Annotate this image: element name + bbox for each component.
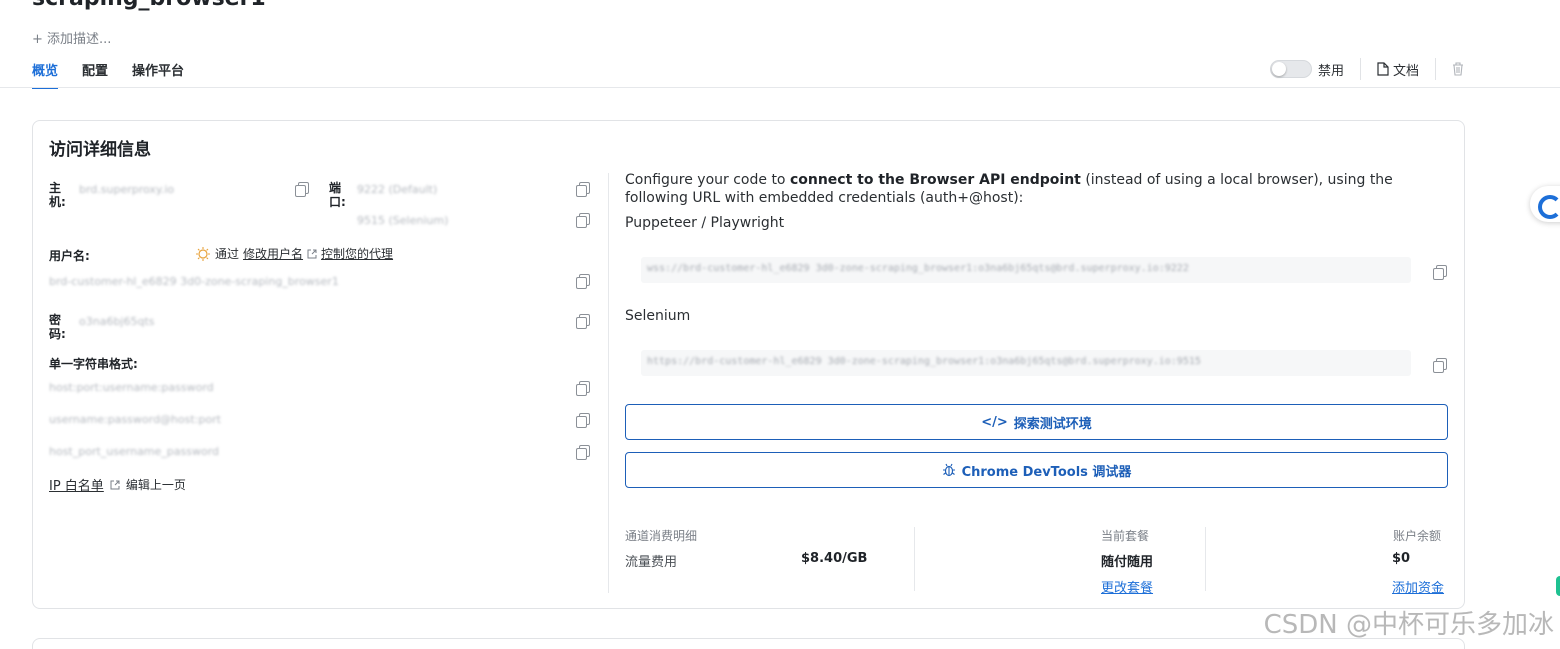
control-proxy-link[interactable]: 控制您的代理 — [321, 245, 393, 262]
trash-icon[interactable] — [1452, 62, 1464, 76]
copy-puppeteer-url-icon[interactable] — [1433, 265, 1447, 280]
copy-selenium-url-icon[interactable] — [1433, 358, 1447, 373]
format-item: username:password@host:port — [49, 413, 221, 426]
password-value: o3na6bj65qts — [79, 315, 155, 328]
copy-port-default-icon[interactable] — [576, 182, 590, 197]
current-plan-label: 当前套餐 — [1101, 529, 1150, 543]
string-format-label: 单一字符串格式: — [49, 357, 138, 371]
external-link-icon — [307, 249, 317, 258]
access-details-title: 访问详细信息 — [49, 140, 151, 160]
copy-port-selenium-icon[interactable] — [576, 213, 590, 228]
watermark: CSDN @中杯可乐多加冰 — [1263, 610, 1554, 640]
docs-label: 文档 — [1392, 63, 1419, 79]
endpoint-panel: Configure your code to connect to the Br… — [625, 171, 1449, 596]
traffic-fee-value: $8.40/GB — [801, 551, 868, 566]
password-label: 密码: — [49, 313, 66, 341]
username-value: brd-customer-hl_e6829 3d0-zone-scraping_… — [49, 275, 339, 288]
copy-format-icon[interactable] — [576, 413, 590, 428]
tab-playground[interactable]: 操作平台 — [132, 60, 184, 89]
side-widget-tab[interactable] — [1556, 576, 1560, 596]
explore-button-label: 探索测试环境 — [1013, 416, 1092, 432]
edit-username-link[interactable]: 修改用户名 — [243, 245, 303, 262]
stat-separator — [914, 527, 915, 591]
copy-format-icon[interactable] — [576, 445, 590, 460]
external-link-icon — [110, 480, 120, 489]
desc-bold: connect to the Browser API endpoint — [789, 172, 1081, 188]
copy-format-icon[interactable] — [576, 381, 590, 396]
selenium-url-box: https://brd-customer-hl_e6829 3d0-zone-s… — [641, 350, 1411, 376]
tab-overview[interactable]: 概览 — [32, 60, 59, 89]
host-value: brd.superproxy.io — [79, 183, 175, 196]
format-item: host_port_username_password — [49, 445, 220, 458]
billing-summary: 通道消费明细 流量费用 $8.40/GB 当前套餐 随付随用 更改套餐 账户余额… — [625, 527, 1449, 597]
copy-password-icon[interactable] — [576, 314, 590, 329]
support-chat-button[interactable] — [1530, 186, 1560, 222]
ip-whitelist-row: IP 白名单 编辑上一页 — [49, 475, 186, 494]
access-details-card: 访问详细信息 主机: brd.superproxy.io 端口: 9222 (D… — [32, 120, 1465, 609]
selenium-url: https://brd-customer-hl_e6829 3d0-zone-s… — [647, 356, 1201, 367]
disable-label: 禁用 — [1317, 63, 1344, 79]
docs-button[interactable]: 文档 — [1377, 60, 1419, 79]
copy-username-icon[interactable] — [576, 274, 590, 289]
host-label: 主机: — [49, 181, 66, 209]
ip-whitelist-link[interactable]: IP 白名单 — [49, 475, 104, 494]
username-label: 用户名: — [49, 249, 90, 263]
document-icon — [1377, 62, 1389, 76]
format-item: host:port:username:password — [49, 381, 214, 394]
copy-host-icon[interactable] — [295, 182, 309, 197]
change-plan-link[interactable]: 更改套餐 — [1101, 577, 1153, 596]
panel-divider — [608, 173, 609, 593]
endpoint-description: Configure your code to connect to the Br… — [625, 171, 1449, 207]
lightbulb-icon — [196, 246, 210, 261]
edit-prev-page-link[interactable]: 编辑上一页 — [126, 476, 186, 493]
selenium-label: Selenium — [625, 308, 691, 324]
balance-label: 账户余额 — [1392, 529, 1441, 543]
tab-config[interactable]: 配置 — [82, 60, 108, 89]
header-divider — [0, 87, 1560, 88]
balance-value: $0 — [1392, 551, 1411, 566]
disable-toggle[interactable] — [1269, 60, 1312, 78]
current-plan-value: 随付随用 — [1101, 555, 1154, 570]
add-description-link[interactable]: + 添加描述... — [32, 28, 111, 47]
puppeteer-label: Puppeteer / Playwright — [625, 215, 785, 231]
traffic-fee-label: 流量费用 — [625, 555, 678, 570]
devtools-button-label: Chrome DevTools 调试器 — [961, 464, 1132, 480]
separator — [1435, 58, 1436, 80]
channel-cost-label: 通道消费明细 — [625, 529, 698, 543]
username-via-text: 通过 — [215, 247, 240, 261]
puppeteer-url: wss://brd-customer-hl_e6829 3d0-zone-scr… — [647, 263, 1189, 274]
tab-bar: 概览 配置 操作平台 — [32, 60, 184, 89]
devtools-debugger-button[interactable]: Chrome DevTools 调试器 — [625, 452, 1448, 488]
port-label: 端口: — [329, 181, 346, 209]
explore-playground-button[interactable]: </> 探索测试环境 — [625, 404, 1448, 440]
desc-prefix: Configure your code to — [625, 172, 790, 188]
port-selenium-value: 9515 (Selenium) — [357, 214, 449, 227]
port-default-value: 9222 (Default) — [357, 183, 438, 196]
username-help: 通过 修改用户名 控制您的代理 — [195, 245, 393, 262]
top-actions: 禁用 文档 — [1269, 58, 1464, 80]
zone-title: scraping_browser1 — [32, 0, 266, 11]
bug-icon — [942, 463, 955, 477]
add-funds-link[interactable]: 添加资金 — [1392, 577, 1444, 596]
puppeteer-url-box: wss://brd-customer-hl_e6829 3d0-zone-scr… — [641, 257, 1411, 283]
separator — [1359, 58, 1361, 80]
stat-separator — [1205, 527, 1206, 591]
code-icon: </> — [981, 414, 1008, 430]
next-card — [32, 638, 1465, 649]
